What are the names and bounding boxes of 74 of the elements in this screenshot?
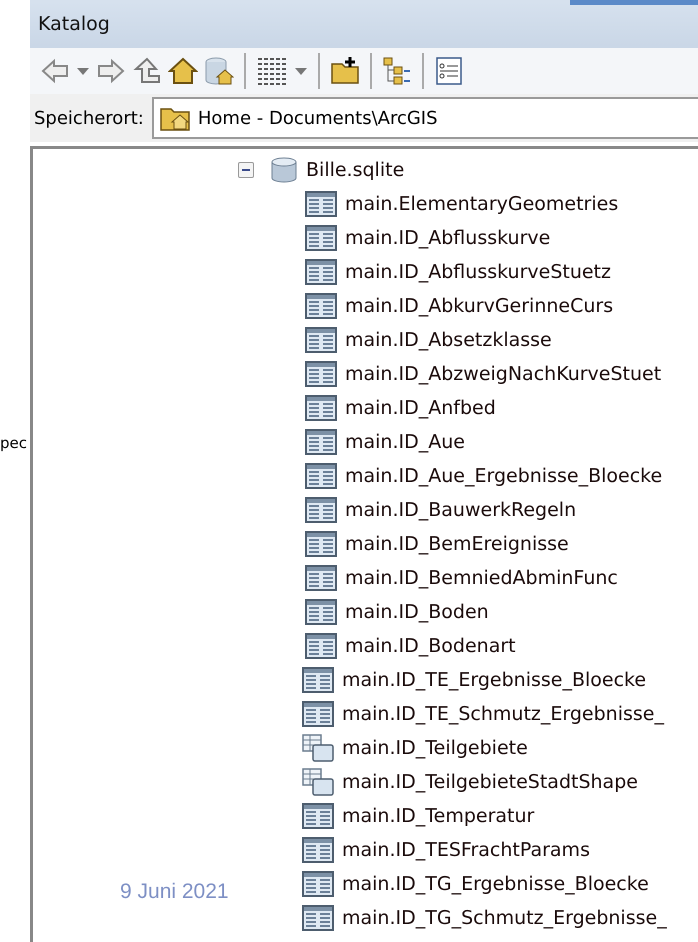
caret-icon (294, 66, 308, 76)
list-details-icon (434, 56, 464, 86)
tree-item[interactable]: main.ID_TeilgebieteStadtShape (342, 771, 638, 793)
tree-item[interactable]: main.ID_AbzweigNachKurveStuet (345, 363, 662, 385)
table-icon (302, 871, 334, 897)
tree-item[interactable]: main.ID_AbflusskurveStuetz (345, 261, 611, 283)
table-icon (305, 599, 337, 625)
table-icon (305, 497, 337, 523)
view-dropdown-button[interactable] (294, 66, 308, 76)
tree-item[interactable]: main.ID_Boden (345, 601, 489, 623)
tree-item[interactable]: main.ID_Abflusskurve (345, 227, 550, 249)
table-icon (305, 259, 337, 285)
table-icon (302, 803, 334, 829)
details-button[interactable] (434, 56, 464, 86)
tree-item[interactable]: main.ID_TE_Ergebnisse_Bloecke (342, 669, 646, 691)
tree-item[interactable]: main.ID_BauwerkRegeln (345, 499, 576, 521)
table-icon (302, 837, 334, 863)
tree-item[interactable]: main.ID_TE_Schmutz_Ergebnisse_ (342, 703, 664, 725)
tree-item[interactable]: main.ID_Teilgebiete (342, 737, 528, 759)
tree-item[interactable]: main.ID_TG_Schmutz_Ergebnisse_ (342, 907, 667, 929)
tree-item[interactable]: main.ID_Bodenart (345, 635, 516, 657)
home-icon (168, 56, 198, 86)
tree-view-button[interactable] (382, 56, 412, 86)
date-text: 9 Juni 2021 (120, 880, 229, 904)
up-button[interactable] (132, 56, 162, 86)
database-home-button[interactable] (204, 56, 234, 86)
panel-title: Katalog (30, 0, 698, 48)
table-icon (305, 327, 337, 353)
stacked-tables-icon (302, 734, 334, 762)
new-folder-button[interactable] (330, 56, 360, 86)
table-icon (302, 905, 334, 931)
forward-button[interactable] (96, 56, 126, 86)
table-icon (305, 633, 337, 659)
tree-item[interactable]: main.ID_Absetzklasse (345, 329, 552, 351)
folder-plus-icon (330, 56, 360, 86)
collapse-toggle[interactable] (238, 162, 254, 178)
tree-item[interactable]: main.ID_AbkurvGerinneCurs (345, 295, 614, 317)
forward-arrow-icon (96, 56, 126, 86)
back-arrow-icon (40, 56, 70, 86)
dropdown-button[interactable] (76, 66, 90, 76)
table-icon (305, 395, 337, 421)
location-field[interactable]: Home - Documents\ArcGIS (152, 97, 698, 139)
table-icon (305, 293, 337, 319)
tree-item[interactable]: main.ID_Anfbed (345, 397, 496, 419)
table-icon (302, 667, 334, 693)
tree-item[interactable]: main.ID_TESFrachtParams (342, 839, 590, 861)
tree-item[interactable]: main.ID_BemEreignisse (345, 533, 569, 555)
table-icon (305, 463, 337, 489)
tree-item[interactable]: main.ID_Temperatur (342, 805, 534, 827)
database-icon (270, 157, 298, 183)
tree-item[interactable]: main.ID_Aue_Ergebnisse_Bloecke (345, 465, 662, 487)
table-icon (305, 429, 337, 455)
location-label: Speicherort: (34, 108, 144, 128)
up-arrow-icon (132, 56, 162, 86)
table-icon (305, 531, 337, 557)
tree-view-icon (382, 56, 412, 86)
tree-item[interactable]: main.ID_BemniedAbminFunc (345, 567, 618, 589)
database-home-icon (204, 56, 234, 86)
tree-item[interactable]: Bille.sqlite (306, 159, 404, 181)
view-button[interactable] (256, 56, 288, 86)
table-icon (302, 701, 334, 727)
tree-item[interactable]: main.ID_TG_Ergebnisse_Bloecke (342, 873, 649, 895)
table-icon (305, 191, 337, 217)
grid-view-icon (256, 56, 288, 86)
table-icon (305, 565, 337, 591)
back-button[interactable] (40, 56, 70, 86)
caret-icon (76, 66, 90, 76)
partial-text: pec (0, 434, 27, 452)
table-icon (305, 361, 337, 387)
tree-item[interactable]: main.ID_Aue (345, 431, 465, 453)
tree-item[interactable]: main.ElementaryGeometries (345, 193, 618, 215)
stacked-tables-icon (302, 768, 334, 796)
table-icon (305, 225, 337, 251)
home-button[interactable] (168, 56, 198, 86)
